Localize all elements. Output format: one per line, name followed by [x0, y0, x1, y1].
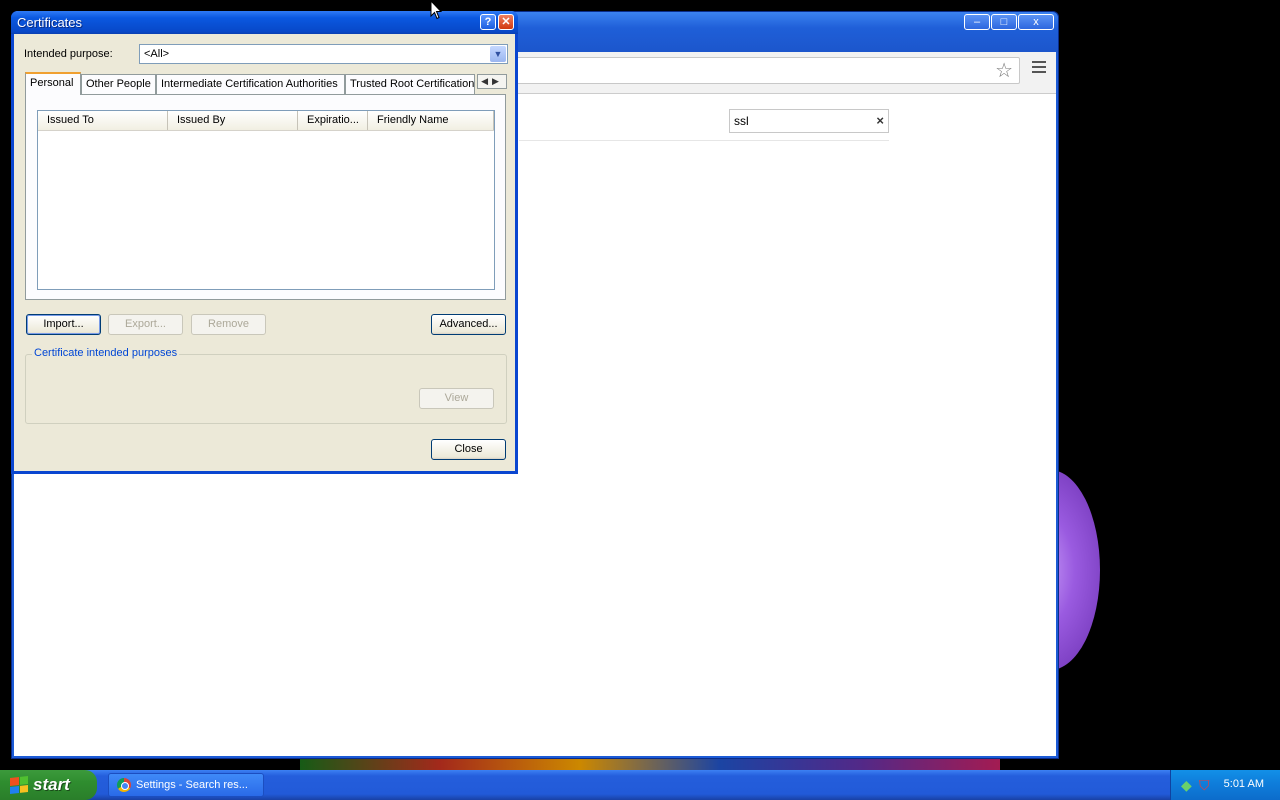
start-button[interactable]: start	[0, 770, 97, 800]
column-issued-to[interactable]: Issued To	[38, 111, 168, 130]
tab-panel: Issued To Issued By Expiratio... Friendl…	[25, 94, 506, 300]
tab-personal[interactable]: Personal	[25, 72, 81, 95]
chevron-left-icon[interactable]: ◀	[481, 76, 492, 86]
browser-minimize-button[interactable]: –	[964, 14, 990, 30]
certificates-dialog: Certificates ? ✕ Intended purpose: <All>…	[11, 11, 518, 474]
tab-scroll-arrows[interactable]: ◀▶	[477, 74, 507, 89]
intended-purpose-select[interactable]: <All> ▼	[139, 44, 508, 64]
remove-button[interactable]: Remove	[191, 314, 266, 335]
clear-search-icon[interactable]: ×	[876, 110, 884, 132]
intended-purpose-value: <All>	[144, 48, 170, 60]
network-tray-icon[interactable]: ◆	[1181, 777, 1192, 794]
dialog-close-x-button[interactable]: ✕	[498, 14, 514, 30]
certificate-tabs: Personal Other People Intermediate Certi…	[25, 72, 507, 95]
dialog-title: Certificates	[17, 15, 83, 30]
close-button[interactable]: Close	[431, 439, 506, 460]
view-button[interactable]: View	[419, 388, 494, 409]
purposes-group-label: Certificate intended purposes	[32, 347, 180, 359]
security-shield-icon[interactable]: ⛉	[1199, 777, 1210, 794]
divider	[519, 140, 889, 141]
column-issued-by[interactable]: Issued By	[168, 111, 298, 130]
settings-search-value: ssl	[734, 114, 749, 128]
chevron-right-icon[interactable]: ▶	[492, 76, 503, 86]
column-expiration[interactable]: Expiratio...	[298, 111, 368, 130]
chevron-down-icon[interactable]: ▼	[490, 46, 506, 62]
import-button[interactable]: Import...	[26, 314, 101, 335]
tab-other-people[interactable]: Other People	[81, 74, 156, 94]
start-label: start	[33, 775, 70, 794]
intended-purpose-label: Intended purpose:	[24, 48, 113, 60]
advanced-button[interactable]: Advanced...	[431, 314, 506, 335]
browser-menu-icon[interactable]	[1032, 61, 1046, 75]
taskbar-item-label: Settings - Search res...	[136, 779, 248, 791]
tab-trusted-root[interactable]: Trusted Root Certification	[345, 74, 475, 94]
bookmark-star-icon[interactable]: ☆	[995, 60, 1013, 82]
browser-maximize-button[interactable]: □	[991, 14, 1017, 30]
system-tray: ◆ ⛉ 5:01 AM	[1170, 770, 1280, 800]
help-button[interactable]: ?	[480, 14, 496, 30]
certificate-purposes-group: Certificate intended purposes View	[25, 347, 507, 424]
windows-logo-icon	[10, 776, 28, 794]
export-button[interactable]: Export...	[108, 314, 183, 335]
certificate-list[interactable]: Issued To Issued By Expiratio... Friendl…	[37, 110, 495, 290]
settings-search-input[interactable]: ssl ×	[729, 109, 889, 133]
taskbar-item-settings[interactable]: Settings - Search res...	[108, 773, 264, 797]
chrome-icon	[117, 778, 131, 792]
browser-close-button[interactable]: x	[1018, 14, 1054, 30]
column-friendly-name[interactable]: Friendly Name	[368, 111, 494, 130]
tab-intermediate-ca[interactable]: Intermediate Certification Authorities	[156, 74, 345, 94]
taskbar: start Settings - Search res... ◆ ⛉ 5:01 …	[0, 770, 1280, 800]
clock: 5:01 AM	[1223, 778, 1264, 790]
mouse-cursor-icon	[430, 0, 442, 20]
certificate-list-header: Issued To Issued By Expiratio... Friendl…	[38, 111, 494, 131]
